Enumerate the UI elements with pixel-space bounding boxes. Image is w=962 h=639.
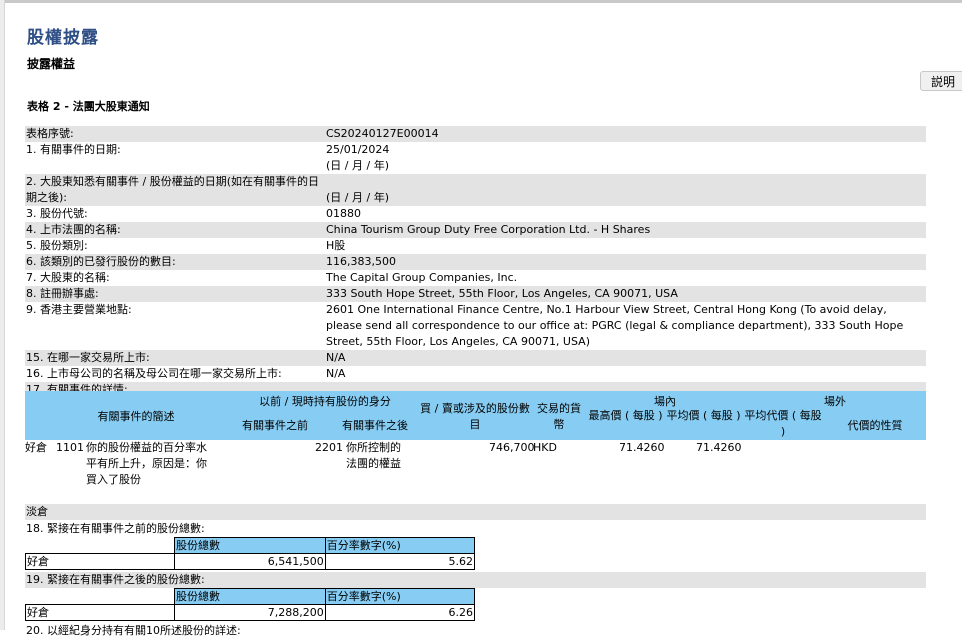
detail-hint: (日 / 月 / 年) — [326, 159, 389, 172]
detail-label: 表格序號: — [26, 127, 74, 140]
section-20-label: 20. 以經紀身分持有有關10所述股份的詳述: — [26, 624, 241, 637]
detail-row: 6. 該類別的已發行股份的數目: 116,383,500 — [25, 254, 926, 270]
detail-label: 4. 上市法團的名稱: — [26, 223, 121, 236]
detail-label: 8. 註冊辦事處: — [26, 287, 99, 300]
row-capacity-code: 2201 — [315, 441, 343, 454]
short-position-label: 淡倉 — [25, 504, 926, 520]
header-capacity-group: 以前 / 現時持有股份的身分 — [259, 395, 391, 408]
detail-value: N/A — [326, 367, 346, 380]
row-position: 好倉 — [25, 441, 47, 454]
row-high-price: 71.4260 — [619, 441, 665, 454]
header-offexchange: 場外 — [824, 395, 846, 408]
header-avg: 平均價 ( 每股 ) — [666, 409, 741, 422]
detail-value: 25/01/2024 — [326, 143, 390, 156]
header-event-desc: 有關事件的簡述 — [97, 410, 175, 423]
header-currency: 交易的貨幣 — [537, 402, 581, 431]
detail-row: 3. 股份代號: 01880 — [25, 206, 926, 222]
detail-value: China Tourism Group Duty Free Corporatio… — [326, 223, 651, 236]
detail-label: 7. 大股東的名稱: — [26, 271, 110, 284]
section-18-label: 18. 緊接在有關事件之前的股份總數: — [26, 522, 205, 535]
header-after: 有關事件之後 — [342, 419, 408, 432]
position-label: 好倉 — [24, 553, 176, 570]
detail-value — [326, 174, 912, 190]
page-subtitle: 披露權益 — [27, 57, 76, 71]
detail-label: 6. 該類別的已發行股份的數目: — [26, 255, 176, 268]
detail-row: 9. 香港主要營業地點: 2601 One International Fina… — [25, 302, 926, 350]
row-avg-price: 71.4260 — [696, 441, 742, 454]
row-event-desc: 你的股份權益的百分率水平有所上升，原因是：你買入了股份 — [86, 441, 207, 486]
page-title: 股權披露 — [27, 28, 99, 48]
detail-value: 2601 One International Finance Centre, N… — [326, 303, 904, 348]
row-currency: HKD — [533, 441, 557, 454]
detail-label: 1. 有關事件的日期: — [26, 143, 121, 156]
detail-label: 5. 股份類別: — [26, 239, 88, 252]
detail-row: 8. 註冊辦事處: 333 South Hope Street, 55th Fl… — [25, 286, 926, 302]
col-total-shares: 股份總數 — [174, 588, 326, 605]
row-capacity-after: 你所控制的法團的權益 — [346, 441, 401, 470]
detail-row: 表格序號: CS20240127E00014 — [25, 126, 926, 142]
event-table-row: 好倉 1101 你的股份權益的百分率水平有所上升，原因是：你買入了股份 2201… — [25, 440, 926, 504]
col-percentage: 百分率數字(%) — [324, 588, 476, 605]
total-shares-value: 6,541,500 — [174, 553, 326, 570]
detail-value: 01880 — [326, 207, 361, 220]
detail-row: 1. 有關事件的日期: 25/01/2024 (日 / 月 / 年) — [25, 142, 926, 174]
section-18-table: 股份總數 百分率數字(%) 好倉 6,541,500 5.62 — [24, 537, 476, 570]
detail-row: 5. 股份類別: H股 — [25, 238, 926, 254]
section-19-table: 股份總數 百分率數字(%) 好倉 7,288,200 6.26 — [24, 588, 476, 621]
total-shares-value: 7,288,200 — [174, 604, 326, 621]
detail-hint: (日 / 月 / 年) — [326, 191, 389, 204]
detail-value: 116,383,500 — [326, 255, 396, 268]
detail-label: 2. 大股東知悉有關事件 / 股份權益的日期(如在有關事件的日期之後): — [26, 175, 319, 204]
row-event-code: 1101 — [56, 441, 84, 454]
row-shares: 746,700 — [489, 441, 535, 454]
detail-row: 2. 大股東知悉有關事件 / 股份權益的日期(如在有關事件的日期之後): (日 … — [25, 174, 926, 206]
detail-row: 4. 上市法團的名稱: China Tourism Group Duty Fre… — [25, 222, 926, 238]
percentage-value: 6.26 — [324, 604, 476, 621]
detail-row: 15. 在哪一家交易所上市: N/A — [25, 350, 926, 366]
detail-row: 7. 大股東的名稱: The Capital Group Companies, … — [25, 270, 926, 286]
detail-value: The Capital Group Companies, Inc. — [326, 271, 518, 284]
detail-value: N/A — [326, 351, 346, 364]
detail-label: 9. 香港主要營業地點: — [26, 303, 132, 316]
header-avg-consideration: 平均代價 ( 每股 ) — [744, 409, 822, 438]
window-top-border — [0, 0, 962, 3]
header-shares: 買 / 賣或涉及的股份數目 — [420, 402, 530, 431]
header-onexchange: 場內 — [654, 395, 676, 408]
percentage-value: 5.62 — [324, 553, 476, 570]
detail-value: H股 — [326, 239, 346, 252]
header-high: 最高價 ( 每股 ) — [588, 409, 663, 422]
detail-value: CS20240127E00014 — [326, 127, 439, 140]
form-title: 表格 2 - 法團大股東通知 — [27, 100, 150, 113]
detail-row: 16. 上市母公司的名稱及母公司在哪一家交易所上市: N/A — [25, 366, 926, 382]
window-left-border — [0, 0, 5, 630]
detail-label: 3. 股份代號: — [26, 207, 88, 220]
help-button[interactable]: 説明 — [920, 71, 962, 91]
details-list: 表格序號: CS20240127E00014 1. 有關事件的日期: 25/01… — [25, 126, 926, 398]
header-before: 有關事件之前 — [242, 419, 308, 432]
detail-label: 16. 上市母公司的名稱及母公司在哪一家交易所上市: — [26, 367, 282, 380]
header-nature: 代價的性質 — [847, 419, 903, 432]
col-percentage: 百分率數字(%) — [324, 537, 476, 554]
section-19-label: 19. 緊接在有關事件之後的股份總數: — [25, 572, 926, 588]
position-label: 好倉 — [24, 604, 176, 621]
detail-value: 333 South Hope Street, 55th Floor, Los A… — [326, 287, 678, 300]
detail-label: 15. 在哪一家交易所上市: — [26, 351, 150, 364]
col-total-shares: 股份總數 — [174, 537, 326, 554]
event-table-header: 有關事件的簡述 以前 / 現時持有股份的身分 有關事件之前 有關事件之後 買 /… — [25, 391, 926, 440]
